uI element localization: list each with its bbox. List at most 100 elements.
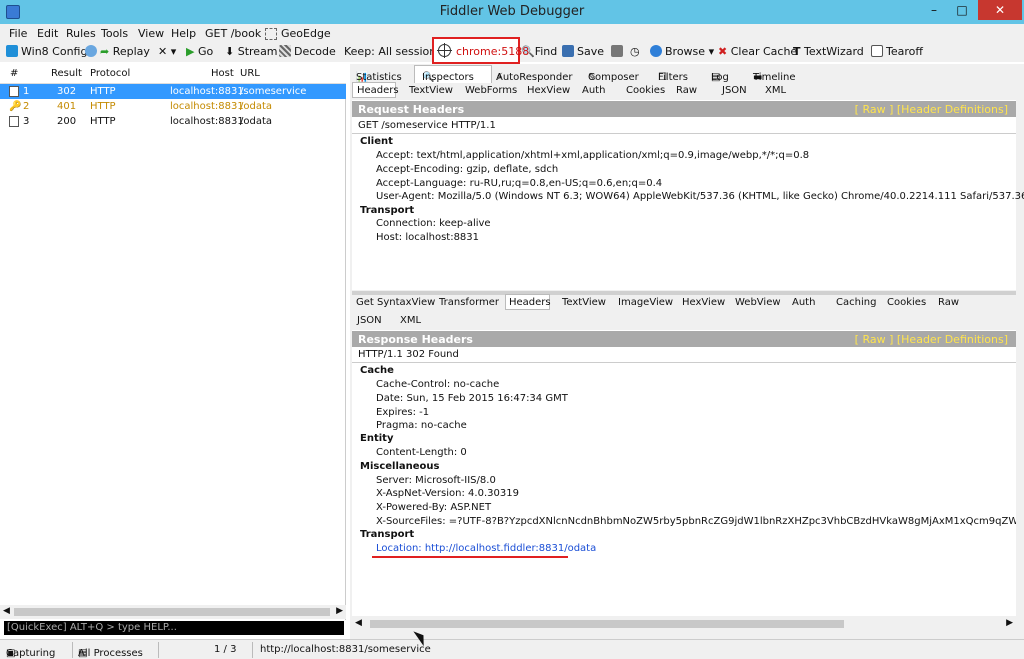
request-tab-json[interactable]: JSON [722, 85, 747, 96]
header-date: Date: Sun, 15 Feb 2015 16:47:34 GMT [376, 393, 568, 404]
scroll-right-icon[interactable]: ▶ [336, 606, 343, 616]
scroll-left-icon[interactable]: ◀ [3, 606, 10, 616]
response-tab-headers[interactable]: Headers [509, 297, 551, 308]
session-row[interactable]: 3 200 HTTP localhost:8831 /odata [0, 114, 346, 129]
maximize-button[interactable]: □ [948, 0, 976, 20]
clear-cache-button[interactable]: ✖ Clear Cache [718, 45, 797, 58]
header-cache-control: Cache-Control: no-cache [376, 379, 500, 390]
request-tab-textview[interactable]: TextView [409, 85, 453, 96]
geoedge-icon [265, 28, 277, 40]
request-tab-headers[interactable]: Headers [357, 85, 399, 96]
stream-button[interactable]: ⬇ Stream [225, 45, 278, 58]
session-row[interactable]: 1 302 HTTP localhost:8831 /someservice [0, 84, 346, 99]
request-tab-webforms[interactable]: WebForms [465, 85, 517, 96]
header-user-agent: User-Agent: Mozilla/5.0 (Windows NT 6.3;… [376, 191, 1024, 202]
response-tab-caching[interactable]: Caching [836, 297, 876, 308]
tearoff-button[interactable]: Tearoff [871, 45, 923, 58]
win8config-button[interactable]: Win8 Config [6, 45, 87, 58]
window-title: Fiddler Web Debugger [439, 4, 585, 19]
menu-edit[interactable]: Edit [37, 27, 58, 40]
comment-icon [85, 45, 97, 57]
menu-get-book[interactable]: GET /book [205, 27, 261, 40]
minimize-button[interactable]: – [920, 0, 948, 20]
response-tab-xml[interactable]: XML [400, 315, 421, 326]
menu-geoedge[interactable]: GeoEdge [265, 27, 331, 40]
header-accept: Accept: text/html,application/xhtml+xml,… [376, 150, 810, 161]
status-divider [158, 642, 159, 658]
scroll-left-icon[interactable]: ◀ [355, 618, 362, 628]
menu-file[interactable]: File [9, 27, 27, 40]
response-tab-webview[interactable]: WebView [735, 297, 781, 308]
response-horizontal-scrollbar[interactable]: ◀ ▶ [352, 617, 1016, 631]
go-button[interactable]: ▶ Go [186, 45, 213, 58]
response-tab-cookies[interactable]: Cookies [887, 297, 926, 308]
section-entity: Entity [360, 433, 394, 444]
column-protocol[interactable]: Protocol [90, 68, 130, 79]
header-connection: Connection: keep-alive [376, 218, 491, 229]
session-row[interactable]: 🔑 2 401 HTTP localhost:8831 /odata [0, 99, 346, 114]
timer-icon: ◷ [630, 45, 640, 58]
request-headers-panel: Request Headers [ Raw ] [Header Definiti… [352, 100, 1024, 290]
response-tab-hexview[interactable]: HexView [682, 297, 725, 308]
replay-button[interactable]: ➦ Replay [85, 45, 150, 58]
document-icon [9, 116, 19, 127]
quickexec-input[interactable]: [QuickExec] ALT+Q > type HELP... [4, 621, 344, 635]
header-links[interactable]: [ Raw ] [Header Definitions] [855, 333, 1008, 346]
response-headers-bar: Response Headers [ Raw ] [Header Definit… [352, 331, 1016, 347]
request-tab-auth[interactable]: Auth [582, 85, 605, 96]
stream-icon: ⬇ [225, 45, 235, 58]
scrollbar-thumb[interactable] [14, 608, 330, 616]
header-accept-language: Accept-Language: ru-RU,ru;q=0.8,en-US;q=… [376, 178, 663, 189]
browse-button[interactable]: Browse ▾ [650, 45, 714, 58]
header-accept-encoding: Accept-Encoding: gzip, deflate, sdch [376, 164, 559, 175]
close-button[interactable]: ✕ [978, 0, 1022, 20]
remove-button[interactable]: ✕ ▾ [158, 45, 176, 58]
response-headers-panel: Response Headers [ Raw ] [Header Definit… [352, 330, 1016, 616]
screenshot-button[interactable] [611, 45, 626, 58]
header-server: Server: Microsoft-IIS/8.0 [376, 475, 496, 486]
request-tab-hexview[interactable]: HexView [527, 85, 570, 96]
sessions-horizontal-scrollbar[interactable]: ◀ ▶ [0, 605, 346, 619]
status-bar: ▣ Capturing ▤ All Processes 1 / 3 http:/… [0, 639, 1024, 659]
request-tab-xml[interactable]: XML [765, 85, 786, 96]
process-filter-button[interactable]: chrome:5188 [432, 37, 529, 64]
scroll-right-icon[interactable]: ▶ [1006, 618, 1013, 628]
header-x-sourcefiles: X-SourceFiles: =?UTF-8?B?YzpcdXNlcnNcdnB… [376, 516, 1016, 527]
menu-tools[interactable]: Tools [101, 27, 128, 40]
response-tab-imageview[interactable]: ImageView [618, 297, 673, 308]
column-host[interactable]: Host [211, 68, 234, 79]
column-url[interactable]: URL [240, 68, 260, 79]
header-pragma: Pragma: no-cache [376, 420, 467, 431]
response-tab-auth[interactable]: Auth [792, 297, 815, 308]
request-tab-cookies[interactable]: Cookies [626, 85, 665, 96]
status-divider [252, 642, 253, 658]
column-result[interactable]: Result [51, 68, 82, 79]
windows-icon [6, 45, 18, 57]
timer-button[interactable]: ◷ [630, 45, 640, 58]
request-tab-raw[interactable]: Raw [676, 85, 697, 96]
column-number[interactable]: # [10, 68, 18, 79]
header-links[interactable]: [ Raw ] [Header Definitions] [855, 103, 1008, 116]
request-headers-bar: Request Headers [ Raw ] [Header Definiti… [352, 101, 1016, 117]
response-tab-raw[interactable]: Raw [938, 297, 959, 308]
sessions-list: # Result Protocol Host URL 1 302 HTTP lo… [0, 64, 346, 620]
response-tab-textview[interactable]: TextView [562, 297, 606, 308]
save-icon [562, 45, 574, 57]
menu-help[interactable]: Help [171, 27, 196, 40]
play-icon: ▶ [186, 45, 195, 58]
camera-icon [611, 45, 623, 57]
response-tab-get-syntaxview[interactable]: Get SyntaxView [356, 297, 435, 308]
globe-icon [650, 45, 662, 57]
menu-rules[interactable]: Rules [66, 27, 96, 40]
decode-button[interactable]: Decode [279, 45, 336, 58]
scrollbar-thumb[interactable] [370, 620, 844, 628]
section-client: Client [360, 136, 393, 147]
save-button[interactable]: Save [562, 45, 604, 58]
header-location-link[interactable]: Location: http://localhost.fiddler:8831/… [376, 543, 596, 554]
response-tab-json[interactable]: JSON [357, 315, 382, 326]
menu-view[interactable]: View [138, 27, 164, 40]
textwizard-icon: T [793, 45, 801, 58]
textwizard-button[interactable]: T TextWizard [793, 45, 864, 58]
pane-splitter[interactable] [352, 291, 1016, 295]
response-tab-transformer[interactable]: Transformer [439, 297, 499, 308]
